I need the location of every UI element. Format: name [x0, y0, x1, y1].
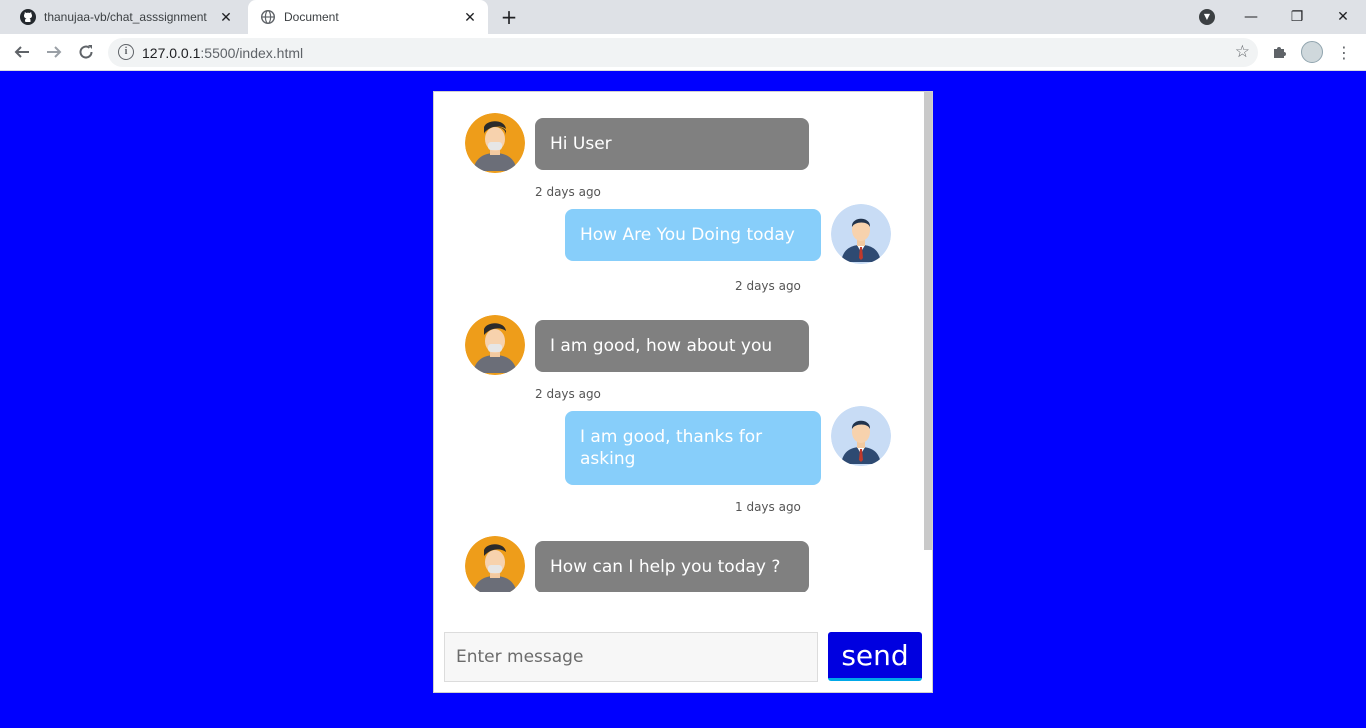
menu-kebab-icon[interactable]: ⋮	[1332, 40, 1356, 64]
bot-message-bubble: How can I help you today ?	[535, 541, 809, 592]
bot-avatar	[465, 113, 525, 173]
site-info-icon[interactable]: i	[118, 44, 134, 60]
window-close-icon[interactable]: ✕	[1320, 0, 1366, 34]
profile-avatar[interactable]	[1301, 41, 1323, 63]
bot-avatar	[465, 315, 525, 375]
url-text: 127.0.0.1:5500/index.html	[142, 45, 304, 61]
send-button[interactable]: send	[828, 632, 922, 681]
message-timestamp: 2 days ago	[735, 279, 801, 293]
bookmark-star-icon[interactable]: ☆	[1235, 42, 1250, 62]
new-tab-button[interactable]: +	[498, 6, 520, 28]
user-avatar	[831, 204, 891, 264]
address-bar[interactable]: i 127.0.0.1:5500/index.html ☆	[108, 38, 1258, 67]
bot-message-bubble: Hi User	[535, 118, 809, 170]
back-arrow-icon[interactable]	[10, 40, 34, 64]
forward-arrow-icon[interactable]	[42, 40, 66, 64]
restore-icon[interactable]: ❐	[1274, 0, 1320, 34]
message-input[interactable]	[444, 632, 818, 682]
minimize-icon[interactable]: —	[1228, 0, 1274, 34]
bot-message-bubble: I am good, how about you	[535, 320, 809, 372]
message-timestamp: 2 days ago	[535, 185, 601, 199]
browser-tab-bar: thanujaa-vb/chat_asssignment ✕ Document …	[0, 0, 1366, 34]
browser-toolbar: i 127.0.0.1:5500/index.html ☆	[0, 34, 1366, 71]
reload-icon[interactable]	[74, 40, 98, 64]
tab-github[interactable]: thanujaa-vb/chat_asssignment ✕	[8, 0, 244, 34]
tab-title: Document	[284, 10, 339, 24]
message-timestamp: 2 days ago	[535, 387, 601, 401]
message-list: Hi User 2 days ago How Are You Doing tod…	[434, 92, 924, 592]
close-tab-icon[interactable]: ✕	[218, 9, 234, 25]
tab-document[interactable]: Document ✕	[248, 0, 488, 34]
github-icon	[20, 9, 36, 25]
extensions-puzzle-icon[interactable]	[1268, 40, 1292, 64]
close-tab-icon[interactable]: ✕	[462, 9, 478, 25]
bot-avatar	[465, 536, 525, 592]
user-avatar	[831, 406, 891, 466]
tab-search-icon[interactable]: ▼	[1199, 9, 1215, 25]
message-scrollbar[interactable]	[924, 92, 932, 550]
user-message-bubble: I am good, thanks for asking	[565, 411, 821, 485]
message-timestamp: 1 days ago	[735, 500, 801, 514]
user-message-bubble: How Are You Doing today	[565, 209, 821, 261]
tab-title: thanujaa-vb/chat_asssignment	[44, 10, 207, 24]
globe-icon	[260, 9, 276, 25]
chat-panel: Hi User 2 days ago How Are You Doing tod…	[433, 91, 933, 693]
message-input-row: send	[434, 632, 932, 692]
